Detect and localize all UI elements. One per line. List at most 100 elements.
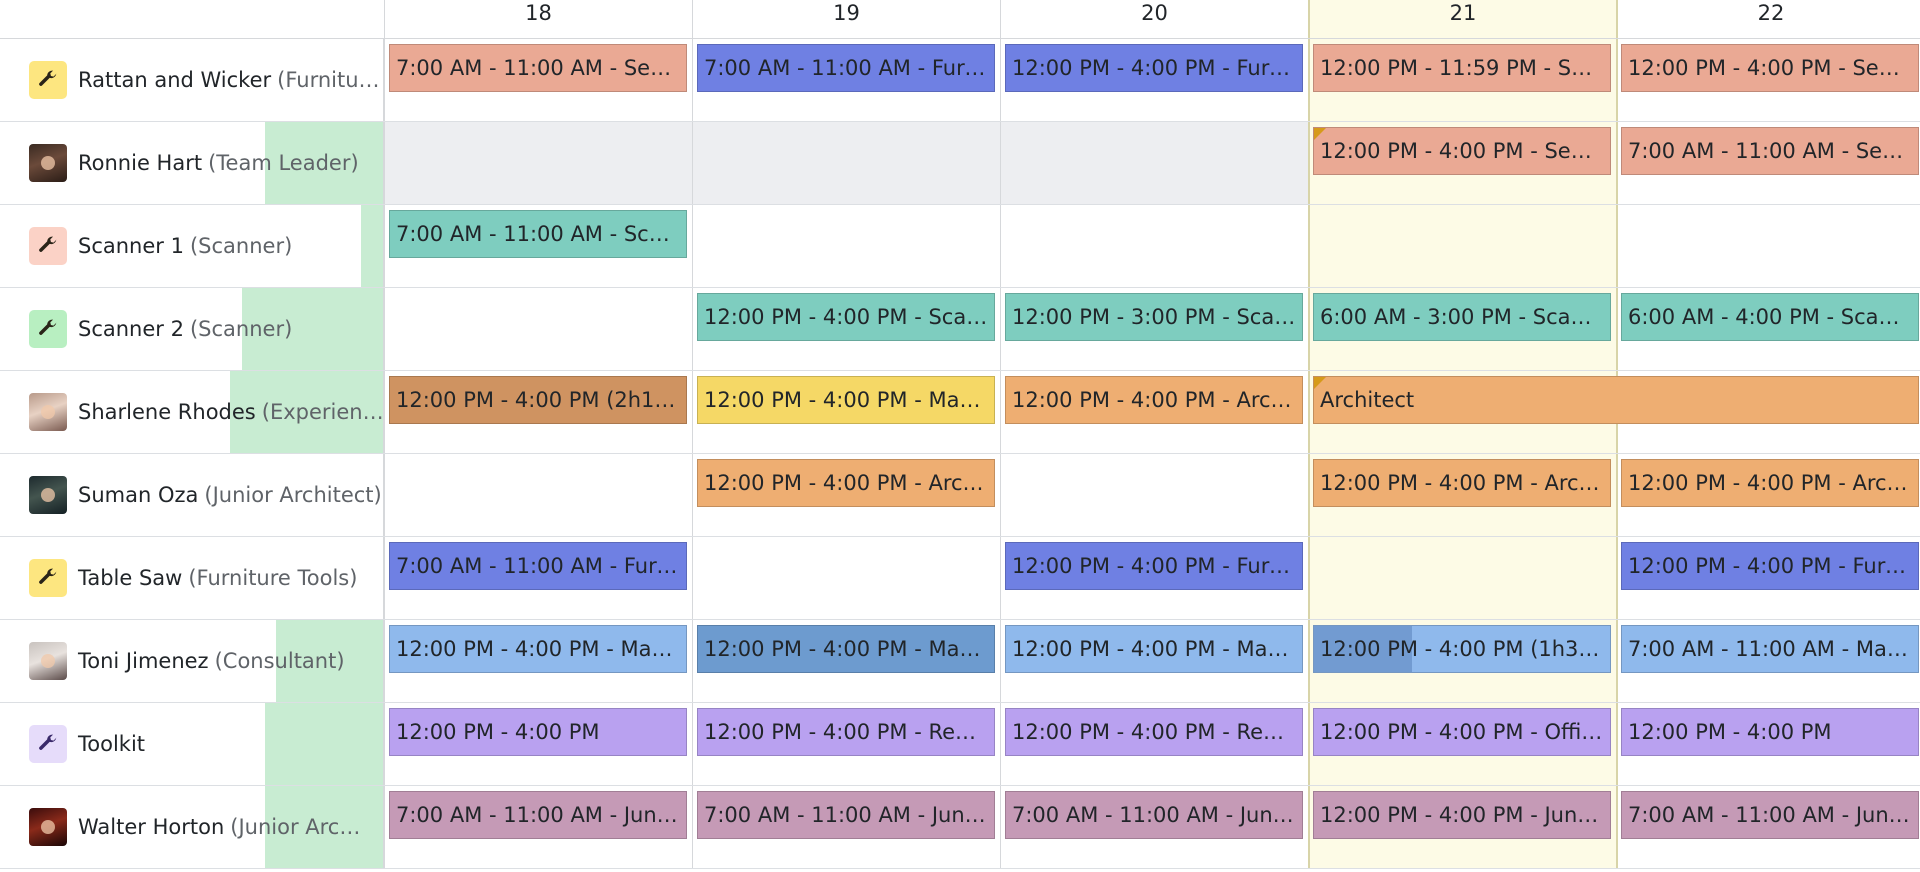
gantt-row: Scanner 1 (Scanner) 7:00 AM - 11:00 AM - S… [0, 205, 1920, 288]
shift-text: 7:00 AM - 11:00 AM - Juni… [1628, 803, 1916, 827]
gantt-cell[interactable] [692, 205, 1000, 287]
gantt-cell[interactable] [384, 454, 692, 536]
wrench-icon [29, 310, 67, 348]
resource-role: (Furnitu… [277, 68, 380, 92]
shift-text: 12:00 PM - 4:00 PM [1628, 720, 1832, 744]
shift-pill[interactable]: 12:00 PM - 4:00 PM - Reno… [1005, 708, 1303, 756]
resource-role: (Team Leader) [208, 151, 359, 175]
shift-text: 12:00 PM - 4:00 PM (2h15)… [396, 388, 687, 412]
shift-pill[interactable]: 7:00 AM - 11:00 AM - Scan… [389, 210, 687, 258]
shift-text: 12:00 PM - 4:00 PM - Man… [1012, 637, 1302, 661]
resource-role: (Furniture Tools) [188, 566, 358, 590]
shift-text: 6:00 AM - 4:00 PM - Scanner [1628, 305, 1919, 329]
resource-label[interactable]: Sharlene Rhodes (Experien… [0, 371, 384, 453]
shift-pill[interactable]: 12:00 PM - 4:00 PM - Man… [389, 625, 687, 673]
shift-pill[interactable]: 12:00 PM - 4:00 PM - Archi… [1005, 376, 1303, 424]
shift-pill[interactable]: 7:00 AM - 11:00 AM - Furn… [389, 542, 687, 590]
shift-text: 12:00 PM - 4:00 PM - Reno… [1012, 720, 1303, 744]
shift-pill[interactable]: 7:00 AM - 11:00 AM - Juni… [389, 791, 687, 839]
shift-pill[interactable]: 12:00 PM - 4:00 PM - Offic… [1313, 708, 1611, 756]
resource-label[interactable]: Suman Oza (Junior Architect) [0, 454, 384, 536]
shift-pill[interactable]: 12:00 PM - 4:00 PM - Seni… [1313, 127, 1611, 175]
shift-pill[interactable]: 7:00 AM - 11:00 AM - Juni… [1621, 791, 1919, 839]
shift-pill[interactable]: 12:00 PM - 4:00 PM - Archi… [1621, 459, 1919, 507]
shift-text: 12:00 PM - 4:00 PM - Archi… [1628, 471, 1919, 495]
shift-text: 12:00 PM - 11:59 PM - Sen… [1320, 56, 1611, 80]
shift-text: 6:00 AM - 3:00 PM - Scanner [1320, 305, 1611, 329]
shift-text: 12:00 PM - 4:00 PM - Furni… [1012, 56, 1303, 80]
resource-label[interactable]: Table Saw (Furniture Tools) [0, 537, 384, 619]
wrench-icon [29, 559, 67, 597]
shift-pill[interactable]: 12:00 PM - 4:00 PM - Juni… [1313, 791, 1611, 839]
gantt-row: Ronnie Hart (Team Leader) 12:00 PM - 4:00 … [0, 122, 1920, 205]
gantt-cell[interactable] [1000, 122, 1308, 204]
gantt-row: Sharlene Rhodes (Experien… 12:00 PM - 4:00… [0, 371, 1920, 454]
avatar-face [41, 820, 55, 834]
gantt-cell[interactable] [384, 122, 692, 204]
shift-pill[interactable]: 12:00 PM - 4:00 PM (2h15)… [389, 376, 687, 424]
shift-pill[interactable]: 12:00 PM - 4:00 PM - Archi… [1313, 459, 1611, 507]
shift-pill[interactable]: 12:00 PM - 3:00 PM - Scan… [1005, 293, 1303, 341]
resource-role: (Junior Architect) [204, 483, 382, 507]
gantt-cell[interactable] [384, 288, 692, 370]
avatar-face [41, 156, 55, 170]
resource-label-content: Toni Jimenez (Consultant) [29, 620, 345, 702]
resource-label[interactable]: Ronnie Hart (Team Leader) [0, 122, 384, 204]
resource-label-content: Suman Oza (Junior Architect) [29, 454, 382, 536]
shift-pill[interactable]: 12:00 PM - 4:00 PM - Furni… [1621, 542, 1919, 590]
gantt-cell[interactable] [692, 537, 1000, 619]
shift-pill[interactable]: 7:00 AM - 11:00 AM - Juni… [1005, 791, 1303, 839]
gantt-cell[interactable] [1000, 454, 1308, 536]
shift-pill[interactable]: 7:00 AM - 11:00 AM - Seni… [1621, 127, 1919, 175]
gantt-row: Suman Oza (Junior Architect) 12:00 PM - 4:… [0, 454, 1920, 537]
gantt-cell[interactable] [1616, 205, 1920, 287]
resource-label[interactable]: Rattan and Wicker (Furnitu… [0, 39, 384, 121]
resource-name: Toni Jimenez [78, 649, 209, 673]
shift-pill[interactable]: 12:00 PM - 4:00 PM - Seni… [1621, 44, 1919, 92]
shift-pill[interactable]: Architect [1313, 376, 1919, 424]
shift-pill[interactable]: 6:00 AM - 4:00 PM - Scanner [1621, 293, 1919, 341]
shift-pill[interactable]: 7:00 AM - 11:00 AM - Furn… [697, 44, 995, 92]
shift-text: 12:00 PM - 4:00 PM - Reno… [704, 720, 995, 744]
shift-pill[interactable]: 12:00 PM - 4:00 PM - Furni… [1005, 542, 1303, 590]
shift-pill[interactable]: 12:00 PM - 4:00 PM - Man… [697, 376, 995, 424]
resource-label-content: Table Saw (Furniture Tools) [29, 537, 357, 619]
shift-pill[interactable]: 12:00 PM - 4:00 PM - Scan… [697, 293, 995, 341]
shift-text: 12:00 PM - 4:00 PM - Man… [704, 637, 994, 661]
gantt-cell[interactable] [1308, 537, 1616, 619]
shift-pill[interactable]: 12:00 PM - 4:00 PM [1621, 708, 1919, 756]
resource-name: Scanner 1 [78, 234, 184, 258]
shift-pill[interactable]: 12:00 PM - 4:00 PM - Man… [697, 625, 995, 673]
shift-pill[interactable]: 7:00 AM - 11:00 AM - Man… [1621, 625, 1919, 673]
gantt-row: Table Saw (Furniture Tools) 7:00 AM - 11:0… [0, 537, 1920, 620]
resource-name: Walter Horton [78, 815, 225, 839]
shift-pill[interactable]: 12:00 PM - 4:00 PM [389, 708, 687, 756]
resource-role: (Scanner) [189, 317, 293, 341]
shift-text: 7:00 AM - 11:00 AM - Furn… [396, 554, 687, 578]
gantt-cell[interactable] [1308, 205, 1616, 287]
shift-pill[interactable]: 12:00 PM - 11:59 PM - Sen… [1313, 44, 1611, 92]
resource-label[interactable]: Toolkit [0, 703, 384, 785]
shift-pill[interactable]: 12:00 PM - 4:00 PM - Man… [1005, 625, 1303, 673]
gantt-cell[interactable] [1000, 205, 1308, 287]
day-header-18: 18 [384, 0, 692, 38]
resource-label[interactable]: Toni Jimenez (Consultant) [0, 620, 384, 702]
wrench-icon [29, 725, 67, 763]
resource-name: Sharlene Rhodes [78, 400, 256, 424]
gantt-cell[interactable] [692, 122, 1000, 204]
shift-pill[interactable]: 12:00 PM - 4:00 PM - Archi… [697, 459, 995, 507]
shift-text: 12:00 PM - 4:00 PM - Archi… [704, 471, 995, 495]
shift-pill[interactable]: 12:00 PM - 4:00 PM - Furni… [1005, 44, 1303, 92]
shift-pill[interactable]: 12:00 PM - 4:00 PM - Reno… [697, 708, 995, 756]
shift-pill[interactable]: 6:00 AM - 3:00 PM - Scanner [1313, 293, 1611, 341]
shift-pill[interactable]: 7:00 AM - 11:00 AM - Seni… [389, 44, 687, 92]
resource-name: Suman Oza [78, 483, 199, 507]
shift-text: 12:00 PM - 4:00 PM - Furni… [1012, 554, 1303, 578]
shift-pill[interactable]: 7:00 AM - 11:00 AM - Juni… [697, 791, 995, 839]
resource-label[interactable]: Walter Horton (Junior Arc… [0, 786, 384, 868]
shift-pill[interactable]: 12:00 PM - 4:00 PM (1h30)… [1313, 625, 1611, 673]
resource-label[interactable]: Scanner 1 (Scanner) [0, 205, 384, 287]
avatar-face [41, 488, 55, 502]
resource-label[interactable]: Scanner 2 (Scanner) [0, 288, 384, 370]
avatar-photo-icon [29, 476, 67, 514]
